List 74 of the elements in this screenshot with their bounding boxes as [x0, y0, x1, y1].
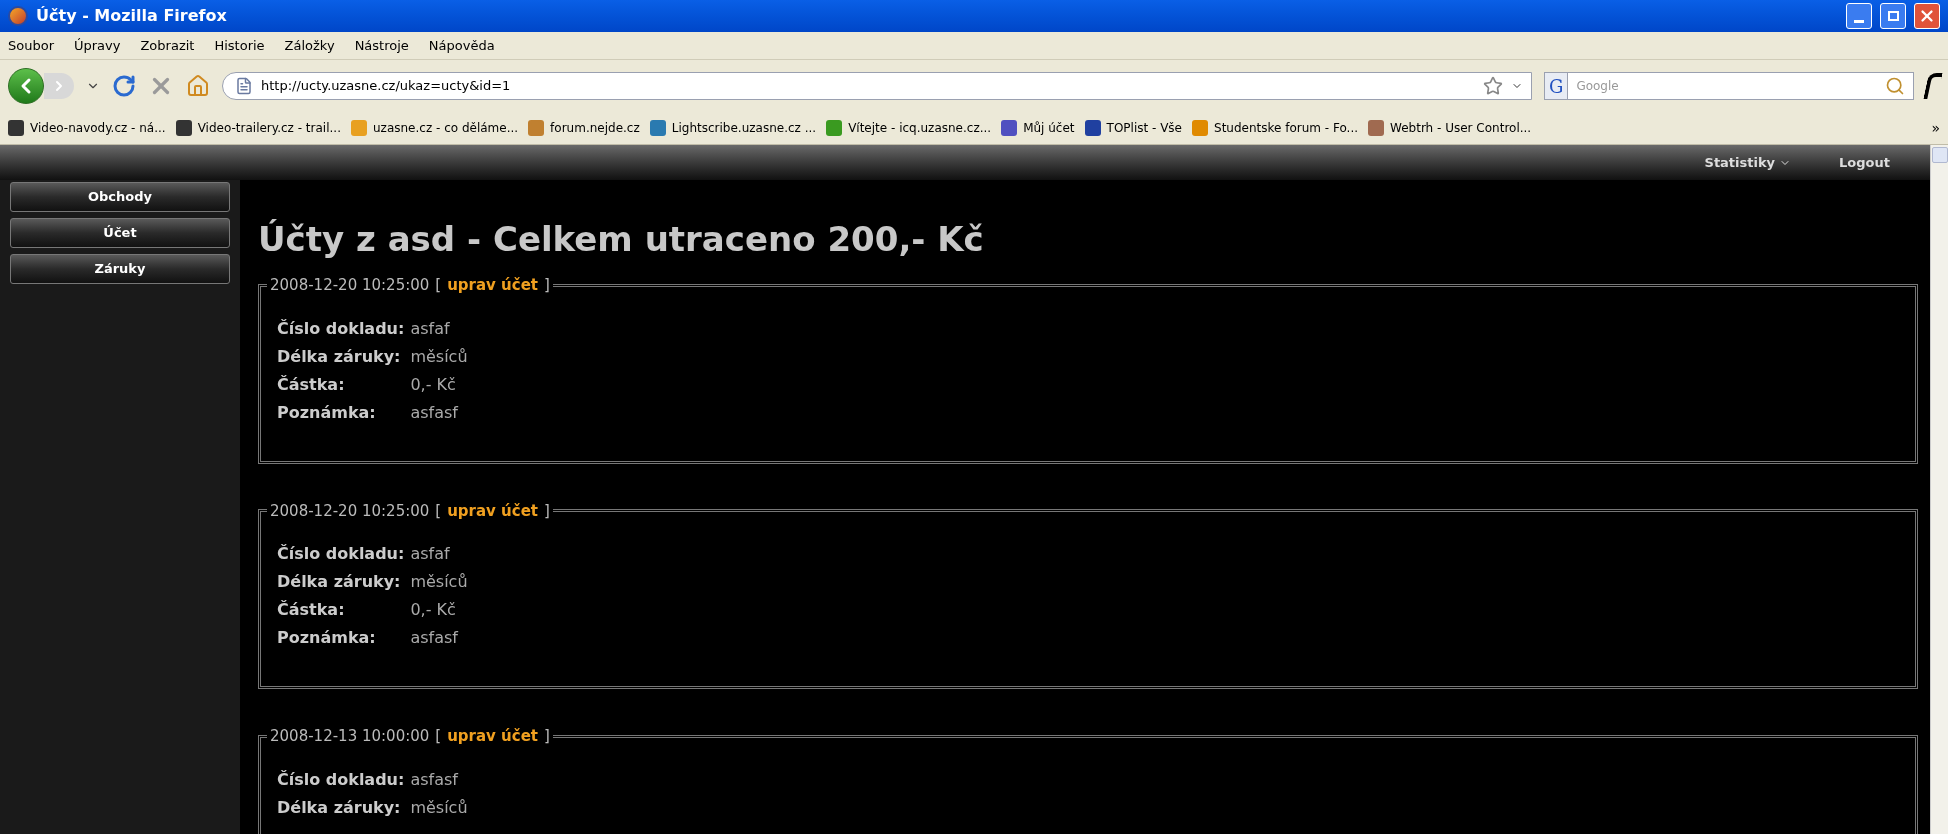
bookmark-item[interactable]: Lightscribe.uzasne.cz ... [649, 119, 817, 137]
sidebar-button[interactable]: Obchody [10, 182, 230, 212]
field-value: asfasf [410, 627, 460, 649]
star-icon[interactable] [1483, 76, 1503, 96]
scrollbar[interactable] [1930, 145, 1948, 834]
menu-item[interactable]: Záložky [284, 35, 335, 56]
field-label: Poznámka: [277, 627, 377, 649]
search-icon[interactable] [1885, 76, 1905, 96]
field-label: Délka záruky: [277, 345, 402, 368]
field-label: Číslo dokladu: [277, 768, 405, 791]
search-placeholder: Google [1576, 78, 1620, 95]
browser-logo-icon [8, 6, 28, 26]
bookmark-item[interactable]: Studentske forum - Fo... [1192, 119, 1359, 137]
field-label: Číslo dokladu: [277, 317, 405, 340]
menu-item[interactable]: Historie [214, 35, 265, 56]
menu-item[interactable]: Zobrazit [140, 35, 195, 56]
menu-item[interactable]: Úpravy [74, 35, 121, 56]
bracket-text: [ [435, 275, 442, 296]
close-icon [1918, 7, 1936, 25]
minimize-button[interactable] [1846, 3, 1872, 29]
bracket-text: [ [435, 726, 442, 747]
bookmark-item[interactable]: Vítejte - icq.uzasne.cz... [826, 119, 992, 137]
receipt-timestamp: 2008-12-20 10:25:00 [270, 500, 430, 522]
window-title: Účty - Mozilla Firefox [36, 5, 228, 27]
bookmark-item[interactable]: TOPlist - Vše [1084, 119, 1182, 137]
maximize-button[interactable] [1880, 3, 1906, 29]
sidebar-button[interactable]: Účet [10, 218, 230, 248]
bracket-text: ] [544, 275, 550, 296]
field-label: Poznámka: [277, 401, 377, 424]
field-value: asfasf [410, 401, 460, 424]
field-label: Částka: [277, 373, 346, 396]
field-value: měsíců [410, 345, 469, 368]
field-value: 0,- Kč [410, 373, 457, 396]
sidebar-button[interactable]: Záruky [10, 254, 230, 284]
url-text: http://ucty.uzasne.cz/ukaz=ucty&id=1 [261, 77, 512, 96]
nav-link[interactable]: Logout [1839, 152, 1890, 173]
field-label: Částka: [277, 599, 346, 621]
bookmark-item[interactable]: Můj účet [1001, 119, 1075, 137]
bookmark-item[interactable]: uzasne.cz - co děláme... [351, 119, 519, 137]
home-icon[interactable] [186, 74, 210, 98]
field-value: 0,- Kč [410, 599, 457, 621]
field-value: asfaf [410, 317, 451, 340]
page-heading: Účty z asd - Celkem utraceno 200,- Kč [258, 218, 985, 260]
edit-link[interactable]: uprav účet [447, 274, 539, 297]
address-field[interactable]: http://ucty.uzasne.cz/ukaz=ucty&id=1 [222, 72, 1532, 100]
field-label: Číslo dokladu: [277, 543, 405, 565]
edit-link[interactable]: uprav účet [447, 499, 539, 522]
field-label: Délka záruky: [277, 571, 402, 593]
bookmark-item[interactable]: forum.nejde.cz [528, 119, 640, 137]
bookmark-item[interactable]: Video-navody.cz - ná... [8, 119, 166, 137]
reload-icon[interactable] [112, 74, 136, 98]
receipt-timestamp: 2008-12-13 10:00:00 [270, 726, 430, 747]
close-button[interactable] [1914, 3, 1940, 29]
bookmarks-overflow-button[interactable]: » [1931, 117, 1940, 139]
menu-item[interactable]: Nástroje [354, 35, 409, 56]
bookmark-item[interactable]: Video-trailery.cz - trail... [175, 119, 341, 137]
field-value: měsíců [410, 571, 469, 593]
field-value: asfaf [410, 543, 451, 565]
back-button[interactable] [8, 68, 44, 104]
bracket-text: [ [435, 500, 442, 522]
menu-item[interactable]: Nápověda [428, 35, 495, 56]
field-value: měsíců [410, 796, 469, 819]
bracket-text: ] [544, 500, 550, 522]
search-engine-button[interactable]: G [1545, 73, 1569, 99]
bookmark-item[interactable]: Webtrh - User Control... [1368, 119, 1532, 137]
edit-link[interactable]: uprav účet [447, 725, 539, 748]
menu-item[interactable]: Soubor [8, 35, 54, 56]
receipt-timestamp: 2008-12-20 10:25:00 [270, 275, 430, 296]
search-field[interactable]: G Google [1544, 72, 1914, 100]
bracket-text: ] [544, 726, 550, 747]
field-label: Délka záruky: [277, 796, 402, 819]
field-value: asfasf [410, 768, 460, 791]
nav-link[interactable]: Statistiky [1704, 152, 1792, 173]
page-icon [235, 77, 253, 95]
